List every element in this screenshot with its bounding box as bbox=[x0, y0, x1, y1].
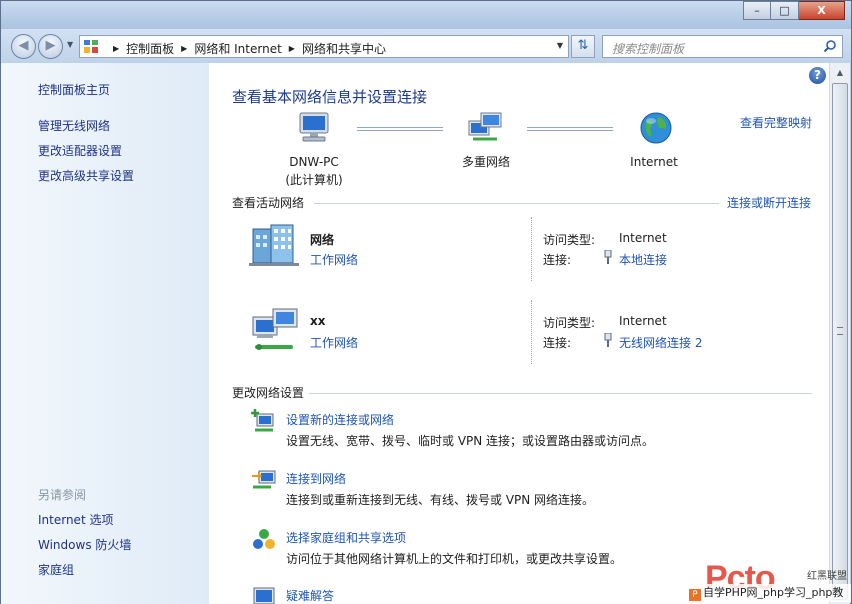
sidebar-item-internet-options[interactable]: Internet 选项 bbox=[38, 511, 113, 528]
maximize-button[interactable]: □ bbox=[771, 1, 799, 20]
network-type-link[interactable]: 工作网络 bbox=[310, 251, 358, 268]
connect-disconnect-link[interactable]: 连接或断开连接 bbox=[727, 194, 811, 211]
arrow-left-icon: ◀ bbox=[18, 38, 29, 53]
chevron-right-icon[interactable]: ▶ bbox=[181, 44, 187, 53]
breadcrumb-network-sharing-center[interactable]: 网络和共享中心 bbox=[302, 40, 386, 57]
connection-link[interactable]: 无线网络连接 2 bbox=[619, 334, 702, 351]
close-button[interactable]: X bbox=[799, 1, 845, 20]
task-description: 访问位于其他网络计算机上的文件和打印机，或更改共享设置。 bbox=[286, 552, 623, 566]
computer-name: DNW-PC bbox=[289, 155, 339, 169]
title-bar: – □ X bbox=[1, 1, 851, 29]
vertical-scrollbar[interactable]: ▲ ▼ bbox=[829, 63, 850, 604]
address-dropdown-icon[interactable]: ▼ bbox=[557, 41, 563, 50]
search-icon[interactable] bbox=[823, 39, 837, 53]
address-bar[interactable]: ▶ 控制面板 ▶ 网络和 Internet ▶ 网络和共享中心 ▼ bbox=[79, 35, 569, 58]
arrow-right-icon: ▶ bbox=[45, 38, 56, 53]
computer-icon bbox=[299, 112, 329, 142]
chevron-right-icon[interactable]: ▶ bbox=[113, 44, 119, 53]
forward-button[interactable]: ▶ bbox=[38, 34, 63, 59]
vertical-divider bbox=[531, 217, 532, 281]
refresh-button[interactable]: ⇅ bbox=[571, 35, 595, 58]
task-setup-connection-link[interactable]: 设置新的连接或网络 bbox=[286, 411, 394, 428]
access-type-label: 访问类型: bbox=[543, 316, 596, 330]
search-placeholder: 搜索控制面板 bbox=[612, 42, 685, 56]
computer-node-label: DNW-PC (此计算机) bbox=[269, 153, 359, 189]
network-name: 网络 bbox=[310, 233, 335, 247]
computer-subtitle: (此计算机) bbox=[285, 173, 343, 187]
middle-node-label: 多重网络 bbox=[461, 155, 510, 169]
navigation-bar: ◀ ▶ ▼ ▶ 控制面板 ▶ 网络和 Internet ▶ 网络和共享中心 ▼ … bbox=[1, 29, 851, 63]
ethernet-icon bbox=[604, 250, 612, 264]
access-type-label: 访问类型: bbox=[543, 233, 596, 247]
new-connection-icon bbox=[251, 409, 274, 432]
left-panel: 控制面板主页 管理无线网络 更改适配器设置 更改高级共享设置 另请参阅 Inte… bbox=[1, 63, 209, 604]
sidebar-item-adapter-settings[interactable]: 更改适配器设置 bbox=[38, 142, 122, 159]
connection-label: 连接: bbox=[543, 336, 572, 350]
globe-icon bbox=[640, 112, 672, 144]
troubleshoot-icon bbox=[253, 587, 275, 604]
scroll-up-button[interactable]: ▲ bbox=[832, 65, 848, 81]
recent-pages-dropdown[interactable]: ▼ bbox=[67, 40, 73, 49]
active-networks-heading: 查看活动网络 bbox=[232, 196, 305, 210]
breadcrumb-network-internet[interactable]: 网络和 Internet bbox=[194, 40, 281, 57]
minimize-button[interactable]: – bbox=[743, 1, 771, 20]
wireless-signal-icon bbox=[604, 333, 612, 347]
watermark-brand: 红黑联盟 bbox=[807, 571, 847, 582]
change-settings-heading: 更改网络设置 bbox=[232, 386, 305, 400]
section-divider bbox=[309, 393, 812, 394]
access-type-value: Internet bbox=[619, 314, 667, 328]
view-full-map-link[interactable]: 查看完整映射 bbox=[740, 114, 812, 131]
homegroup-icon bbox=[253, 529, 275, 549]
window: – □ X ◀ ▶ ▼ ▶ 控制面板 ▶ 网络和 Internet ▶ 网络和共… bbox=[0, 0, 852, 604]
caption-buttons: – □ X bbox=[743, 1, 845, 20]
section-divider bbox=[314, 203, 719, 204]
breadcrumb-control-panel[interactable]: 控制面板 bbox=[126, 40, 174, 57]
task-description: 设置无线、宽带、拨号、临时或 VPN 连接；或设置路由器或访问点。 bbox=[286, 434, 655, 448]
connection-link[interactable]: 本地连接 bbox=[619, 251, 667, 268]
sidebar-item-advanced-sharing[interactable]: 更改高级共享设置 bbox=[38, 167, 134, 184]
task-connect-network-link[interactable]: 连接到网络 bbox=[286, 470, 346, 487]
scroll-grip bbox=[837, 327, 843, 335]
watermark-caption: 自学PHP网_php学习_php教 bbox=[703, 586, 844, 599]
search-input[interactable]: 搜索控制面板 bbox=[602, 35, 843, 58]
vertical-divider bbox=[531, 300, 532, 364]
watermark-text: P 自学PHP网_php学习_php教 bbox=[687, 584, 851, 602]
map-connector bbox=[527, 127, 613, 131]
map-connector bbox=[357, 127, 443, 131]
task-homegroup-link[interactable]: 选择家庭组和共享选项 bbox=[286, 529, 406, 546]
sidebar-item-manage-wireless[interactable]: 管理无线网络 bbox=[38, 117, 110, 134]
multiple-networks-icon bbox=[468, 112, 502, 141]
refresh-icon: ⇅ bbox=[577, 38, 589, 53]
sidebar-item-windows-firewall[interactable]: Windows 防火墙 bbox=[38, 536, 131, 553]
network-name: xx bbox=[310, 314, 326, 328]
internet-node-label: Internet bbox=[630, 155, 678, 169]
connect-to-network-icon bbox=[252, 470, 276, 489]
sidebar-item-homegroup[interactable]: 家庭组 bbox=[38, 561, 74, 578]
chevron-right-icon[interactable]: ▶ bbox=[289, 44, 295, 53]
task-troubleshoot-link[interactable]: 疑难解答 bbox=[286, 587, 334, 604]
back-button[interactable]: ◀ bbox=[11, 34, 36, 59]
page-title: 查看基本网络信息并设置连接 bbox=[232, 88, 428, 106]
access-type-value: Internet bbox=[619, 231, 667, 245]
help-icon[interactable]: ? bbox=[809, 67, 826, 84]
wireless-network-icon bbox=[252, 308, 298, 350]
building-network-icon bbox=[249, 224, 299, 266]
breadcrumb: ▶ 控制面板 ▶ 网络和 Internet ▶ 网络和共享中心 bbox=[106, 40, 386, 57]
control-panel-icon bbox=[84, 40, 98, 53]
sidebar-item-control-panel-home[interactable]: 控制面板主页 bbox=[38, 81, 110, 98]
see-also-heading: 另请参阅 bbox=[38, 488, 87, 502]
watermark-p-icon: P bbox=[689, 589, 701, 601]
connection-label: 连接: bbox=[543, 253, 572, 267]
scroll-thumb[interactable] bbox=[832, 83, 848, 600]
task-description: 连接到或重新连接到无线、有线、拨号或 VPN 网络连接。 bbox=[286, 493, 595, 507]
network-type-link[interactable]: 工作网络 bbox=[310, 334, 358, 351]
main-panel: ? 查看基本网络信息并设置连接 查看完整映射 DNW-PC (此计算机) 多重网… bbox=[209, 63, 829, 604]
